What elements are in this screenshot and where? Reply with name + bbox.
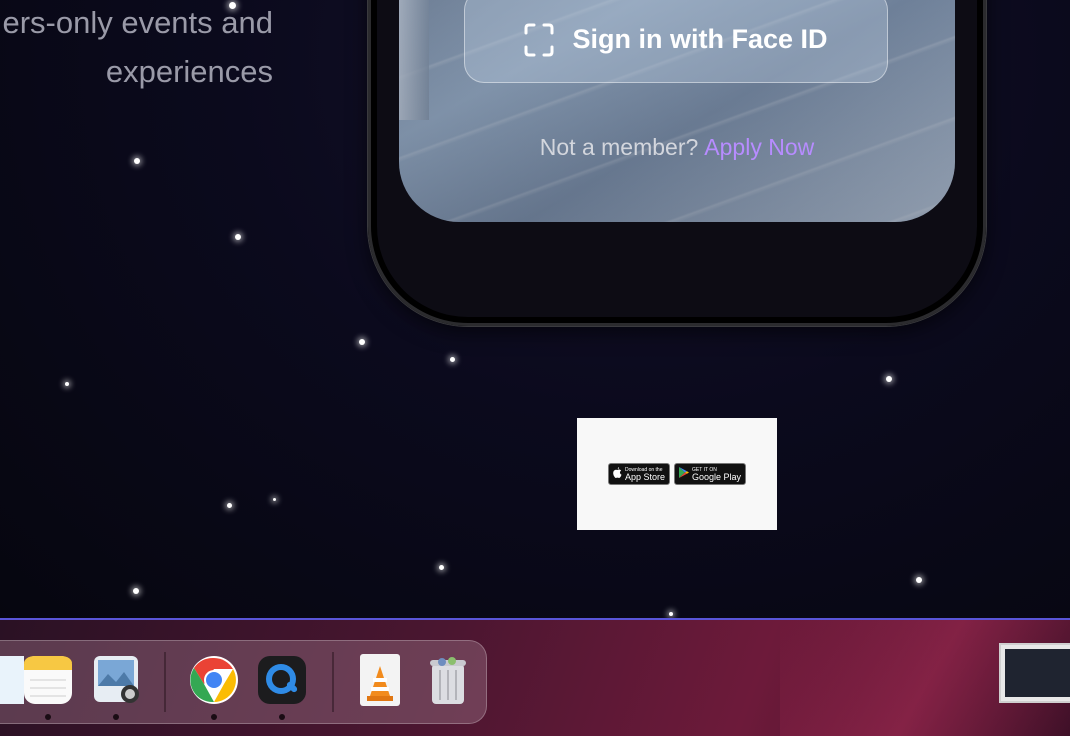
hero-tagline: ers-only events and experiences <box>0 0 273 96</box>
running-indicator <box>113 714 119 720</box>
trash-icon[interactable] <box>422 654 474 706</box>
face-id-label: Sign in with Face ID <box>572 24 828 54</box>
google-play-icon <box>679 465 689 483</box>
apple-icon <box>613 465 622 483</box>
google-play-badge[interactable]: GET IT ON Google Play <box>674 463 747 485</box>
face-id-icon <box>524 23 554 57</box>
google-play-big-text: Google Play <box>692 472 742 482</box>
star <box>134 158 140 164</box>
star <box>439 565 444 570</box>
dock-separator <box>164 652 166 712</box>
star <box>450 357 455 362</box>
app-store-big-text: App Store <box>624 472 665 482</box>
membership-prompt: Not a member? Apply Now <box>399 134 955 161</box>
preview-icon[interactable] <box>90 654 142 706</box>
star <box>916 577 922 583</box>
tagline-line-1: ers-only events and <box>2 5 273 40</box>
tagline-line-2: experiences <box>105 54 273 89</box>
dock-separator <box>332 652 334 712</box>
star <box>65 382 69 386</box>
chrome-icon[interactable] <box>188 654 240 706</box>
running-indicator <box>45 714 51 720</box>
quicktime-icon[interactable] <box>256 654 308 706</box>
sign-in-face-id-button[interactable]: Sign in with Face ID <box>464 0 888 83</box>
store-badges-box: Download on the App Store GET IT ON Goog… <box>577 418 777 530</box>
vlc-icon[interactable] <box>354 654 406 706</box>
star <box>359 339 365 345</box>
app-store-badge[interactable]: Download on the App Store <box>607 463 670 485</box>
not-member-text: Not a member? <box>539 134 699 160</box>
thumbnail-preview <box>1005 649 1070 697</box>
apply-now-link[interactable]: Apply Now <box>704 134 814 160</box>
running-indicator <box>211 714 217 720</box>
star <box>133 588 139 594</box>
star <box>669 612 673 616</box>
star <box>273 498 276 501</box>
notes-icon[interactable] <box>22 654 74 706</box>
star <box>886 376 892 382</box>
screenshot-thumbnail[interactable] <box>999 643 1070 703</box>
running-indicator <box>279 714 285 720</box>
star <box>235 234 241 240</box>
star <box>227 503 232 508</box>
